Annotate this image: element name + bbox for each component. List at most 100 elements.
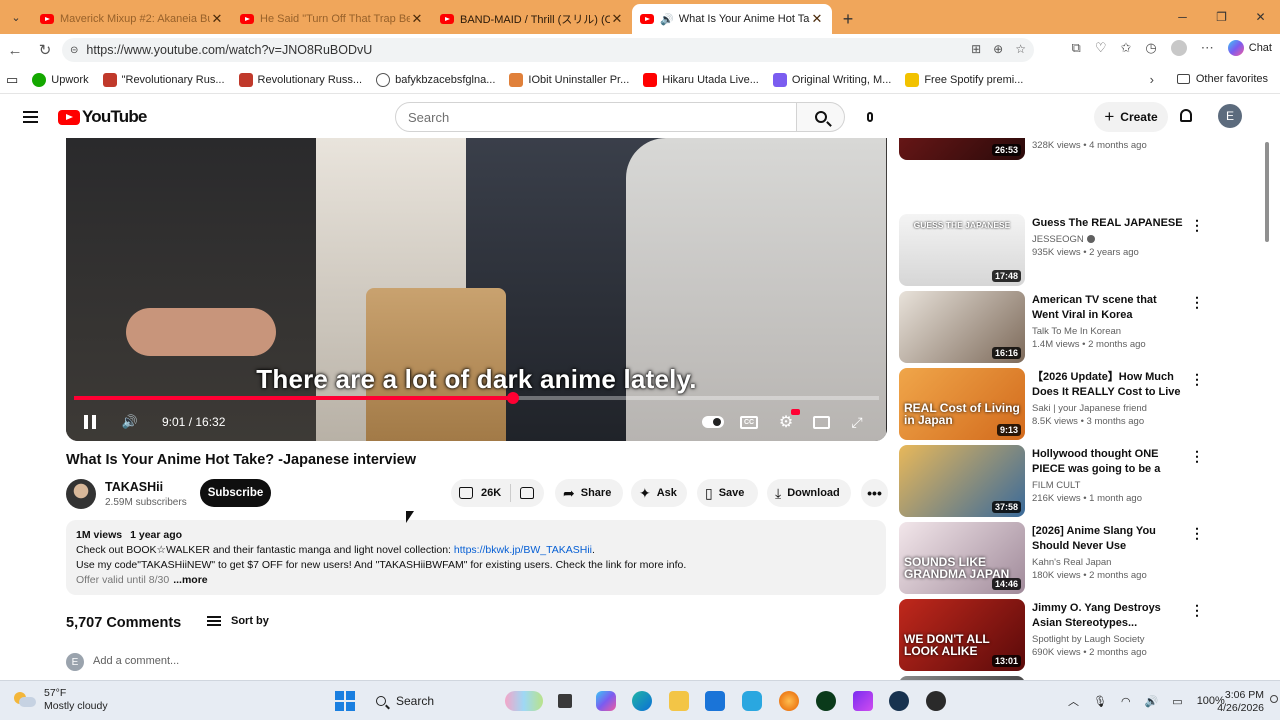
close-window-icon[interactable]: ✕	[1241, 0, 1280, 34]
recommendation-item[interactable]: 37:58 Hollywood thought ONE PIECE was goi…	[899, 445, 1209, 517]
bookmark-original-writing[interactable]: Original Writing, M...	[772, 72, 891, 87]
recommendation-thumbnail[interactable]: 26:53	[899, 138, 1025, 160]
reading-view-icon[interactable]: ▭	[6, 72, 18, 88]
guide-menu-icon[interactable]	[4, 116, 56, 118]
search-button[interactable]	[797, 102, 845, 132]
recommendation-title[interactable]: 【2026 Update】How Much Does It REALLY Cos…	[1032, 370, 1184, 400]
bookmark-revolutionary-1[interactable]: "Revolutionary Rus...	[102, 72, 225, 87]
close-tab-icon[interactable]: ✕	[810, 11, 824, 27]
recommendation-channel[interactable]: Saki | your Japanese friend	[1032, 403, 1184, 414]
show-more-button[interactable]: ...more	[173, 574, 207, 586]
account-avatar[interactable]: E	[1218, 104, 1242, 128]
favorites-icon[interactable]: ✩	[1121, 40, 1132, 56]
recommendation-channel[interactable]: Spotlight by Laugh Society	[1032, 634, 1184, 645]
subtitles-icon[interactable]: CC	[740, 412, 758, 432]
scrubber-handle[interactable]	[506, 392, 519, 404]
browser-tab-1[interactable]: Maverick Mixup #2: Akaneia Build ✕	[32, 4, 232, 34]
download-button[interactable]: ⤓ Download	[767, 479, 851, 507]
recommendation-title[interactable]: Hollywood thought ONE PIECE was going to…	[1032, 447, 1184, 477]
settings-more-icon[interactable]: ⋯	[1201, 40, 1214, 56]
recommendation-item[interactable]: GUESS THE JAPANESE 17:48 Guess The REAL JA…	[899, 214, 1209, 286]
recommendation-title[interactable]: American TV scene that Went Viral in Kor…	[1032, 293, 1184, 323]
recommendation-channel[interactable]: FILM CULT	[1032, 480, 1184, 491]
affinity-icon[interactable]	[853, 691, 873, 711]
site-info-icon[interactable]: ⊝	[70, 45, 78, 56]
more-actions-icon[interactable]: •••	[861, 479, 888, 507]
more-options-icon[interactable]: ⋮	[1190, 218, 1204, 232]
description-link[interactable]: https://bkwk.jp/BW_TAKASHii	[454, 544, 592, 556]
firefox-icon[interactable]	[779, 691, 799, 711]
volume-icon[interactable]: 🔊	[1145, 695, 1159, 708]
close-tab-icon[interactable]: ✕	[210, 11, 224, 27]
browser-tab-active[interactable]: 🔊 What Is Your Anime Hot Take? ✕	[632, 4, 832, 34]
tab-actions-menu-icon[interactable]: ⌄	[0, 0, 32, 34]
add-comment-input[interactable]: Add a comment...	[93, 655, 179, 667]
video-player[interactable]: There are a lot of dark anime lately. 🔊 …	[66, 138, 887, 441]
recommendation-thumbnail[interactable]: WE DON'T ALL LOOK ALIKE 13:01	[899, 599, 1025, 671]
recommendation-item[interactable]: WE DON'T ALL LOOK ALIKE 13:01 Jimmy O. Yan…	[899, 599, 1209, 671]
file-explorer-icon[interactable]	[669, 691, 689, 711]
create-button[interactable]: + Create	[1094, 102, 1168, 132]
channel-avatar[interactable]	[66, 479, 96, 509]
app-available-icon[interactable]: ⊞	[971, 42, 981, 56]
bookmark-spotify[interactable]: Free Spotify premi...	[905, 72, 1023, 87]
miniplayer-icon[interactable]	[812, 412, 830, 432]
dislike-button[interactable]	[511, 487, 543, 499]
weather-widget[interactable]: 57°F Mostly cloudy	[14, 687, 108, 713]
obs-icon[interactable]	[926, 691, 946, 711]
app-icon-leaf[interactable]	[742, 691, 762, 711]
recommendation-thumbnail[interactable]: SOUNDS LIKE GRANDMA JAPAN 14:46	[899, 522, 1025, 594]
search-input[interactable]: Search	[395, 102, 797, 132]
wifi-icon[interactable]: ◠	[1121, 695, 1131, 708]
microsoft-store-icon[interactable]	[705, 691, 725, 711]
settings-gear-icon[interactable]: ⚙	[777, 409, 800, 432]
bookmark-hikaru[interactable]: Hikaru Utada Live...	[643, 72, 759, 87]
bookmark-revolutionary-2[interactable]: Revolutionary Russ...	[238, 72, 362, 87]
browser-essentials-icon[interactable]: ♡	[1095, 40, 1107, 56]
fullscreen-icon[interactable]: ⤢	[848, 412, 866, 432]
recommendation-item[interactable]: 16:16 American TV scene that Went Viral i…	[899, 291, 1209, 363]
recommendation-item[interactable]: 26:53 328K views • 4 months ago	[899, 138, 1209, 160]
recommendation-thumbnail[interactable]: 16:16	[899, 291, 1025, 363]
url-field[interactable]: ⊝ https://www.youtube.com/watch?v=JNO8Ru…	[62, 38, 1034, 62]
recommendation-thumbnail[interactable]: GUESS THE JAPANESE 17:48	[899, 214, 1025, 286]
recommendation-title[interactable]: [2026] Anime Slang You Should Never Use	[1032, 524, 1184, 554]
page-scrollbar[interactable]	[1264, 140, 1270, 670]
notification-center-icon[interactable]	[1270, 695, 1278, 703]
close-tab-icon[interactable]: ✕	[410, 11, 424, 27]
recommendation-title[interactable]: Jimmy O. Yang Destroys Asian Stereotypes…	[1032, 601, 1184, 631]
minimize-icon[interactable]: ─	[1163, 0, 1202, 34]
voice-search-button[interactable]	[855, 102, 885, 132]
description-box[interactable]: 1M views 1 year ago Check out BOOK☆WALKER…	[66, 520, 886, 595]
recommendation-thumbnail[interactable]: REAL Cost of Living in Japan 9:13	[899, 368, 1025, 440]
scrollbar-thumb[interactable]	[1265, 142, 1269, 242]
notifications-bell-icon[interactable]	[1178, 105, 1194, 125]
bookmark-iobit[interactable]: IObit Uninstaller Pr...	[509, 72, 629, 87]
favorite-star-icon[interactable]: ☆	[1015, 42, 1026, 56]
speaker-icon[interactable]: 🔊	[660, 13, 674, 26]
youtube-logo[interactable]: YouTube	[58, 107, 147, 127]
browser-tab-2[interactable]: He Said "Turn Off That Trap Beat" ✕	[232, 4, 432, 34]
other-favorites[interactable]: Other favorites	[1176, 73, 1268, 85]
channel-name[interactable]: TAKASHii	[105, 480, 163, 494]
save-button[interactable]: ▯ Save	[697, 479, 758, 507]
maximize-icon[interactable]: ❐	[1202, 0, 1241, 34]
chevron-right-icon[interactable]: ›	[1150, 72, 1154, 87]
more-options-icon[interactable]: ⋮	[1190, 449, 1204, 463]
recommendation-channel[interactable]: Talk To Me In Korean	[1032, 326, 1184, 337]
autoplay-toggle[interactable]	[702, 412, 724, 432]
recommendation-title[interactable]: Guess The REAL JAPANESE	[1032, 216, 1184, 231]
share-button[interactable]: ➦ Share	[555, 479, 623, 507]
recommendation-channel[interactable]: JESSEOGN	[1032, 234, 1184, 245]
copilot-app-icon[interactable]	[596, 691, 616, 711]
windows-start-icon[interactable]	[335, 691, 355, 711]
copilot-chat-button[interactable]: Chat	[1227, 40, 1272, 56]
subscribe-button[interactable]: Subscribe	[200, 479, 271, 507]
app-icon-u[interactable]	[816, 691, 836, 711]
edge-browser-icon[interactable]	[632, 691, 652, 711]
battery-icon[interactable]: ▭	[1172, 695, 1182, 708]
recommendation-channel[interactable]: Kahn's Real Japan	[1032, 557, 1184, 568]
chevron-up-icon[interactable]: ︿	[1068, 693, 1079, 709]
sort-comments-button[interactable]: Sort by	[207, 615, 269, 627]
more-options-icon[interactable]: ⋮	[1190, 295, 1204, 309]
